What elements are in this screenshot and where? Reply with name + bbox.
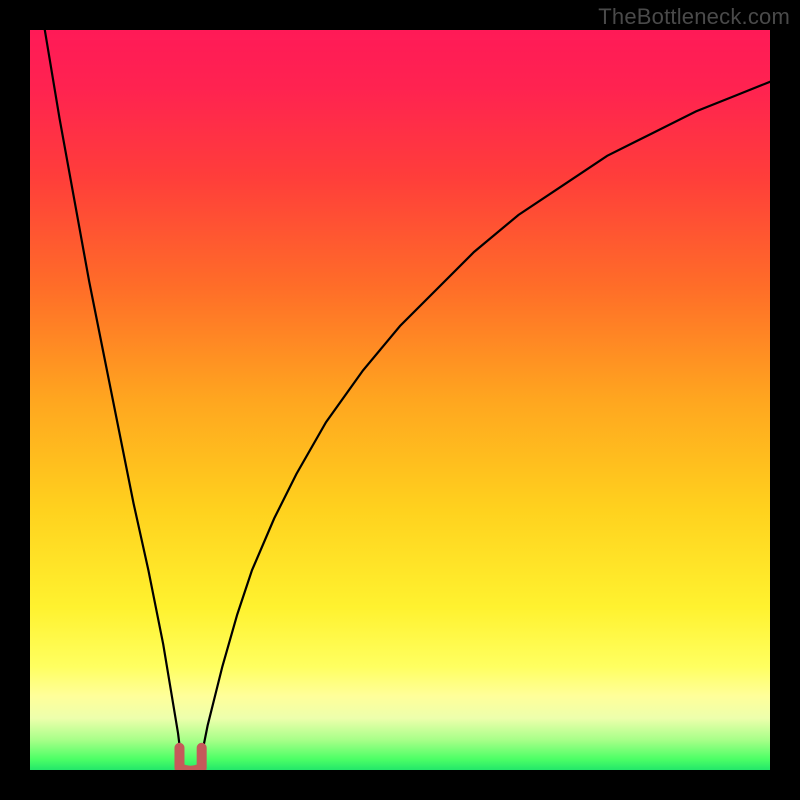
- watermark-text: TheBottleneck.com: [598, 4, 790, 30]
- gradient-background: [30, 30, 770, 770]
- plot-area: [30, 30, 770, 770]
- chart-frame: TheBottleneck.com: [0, 0, 800, 800]
- plot-svg: [30, 30, 770, 770]
